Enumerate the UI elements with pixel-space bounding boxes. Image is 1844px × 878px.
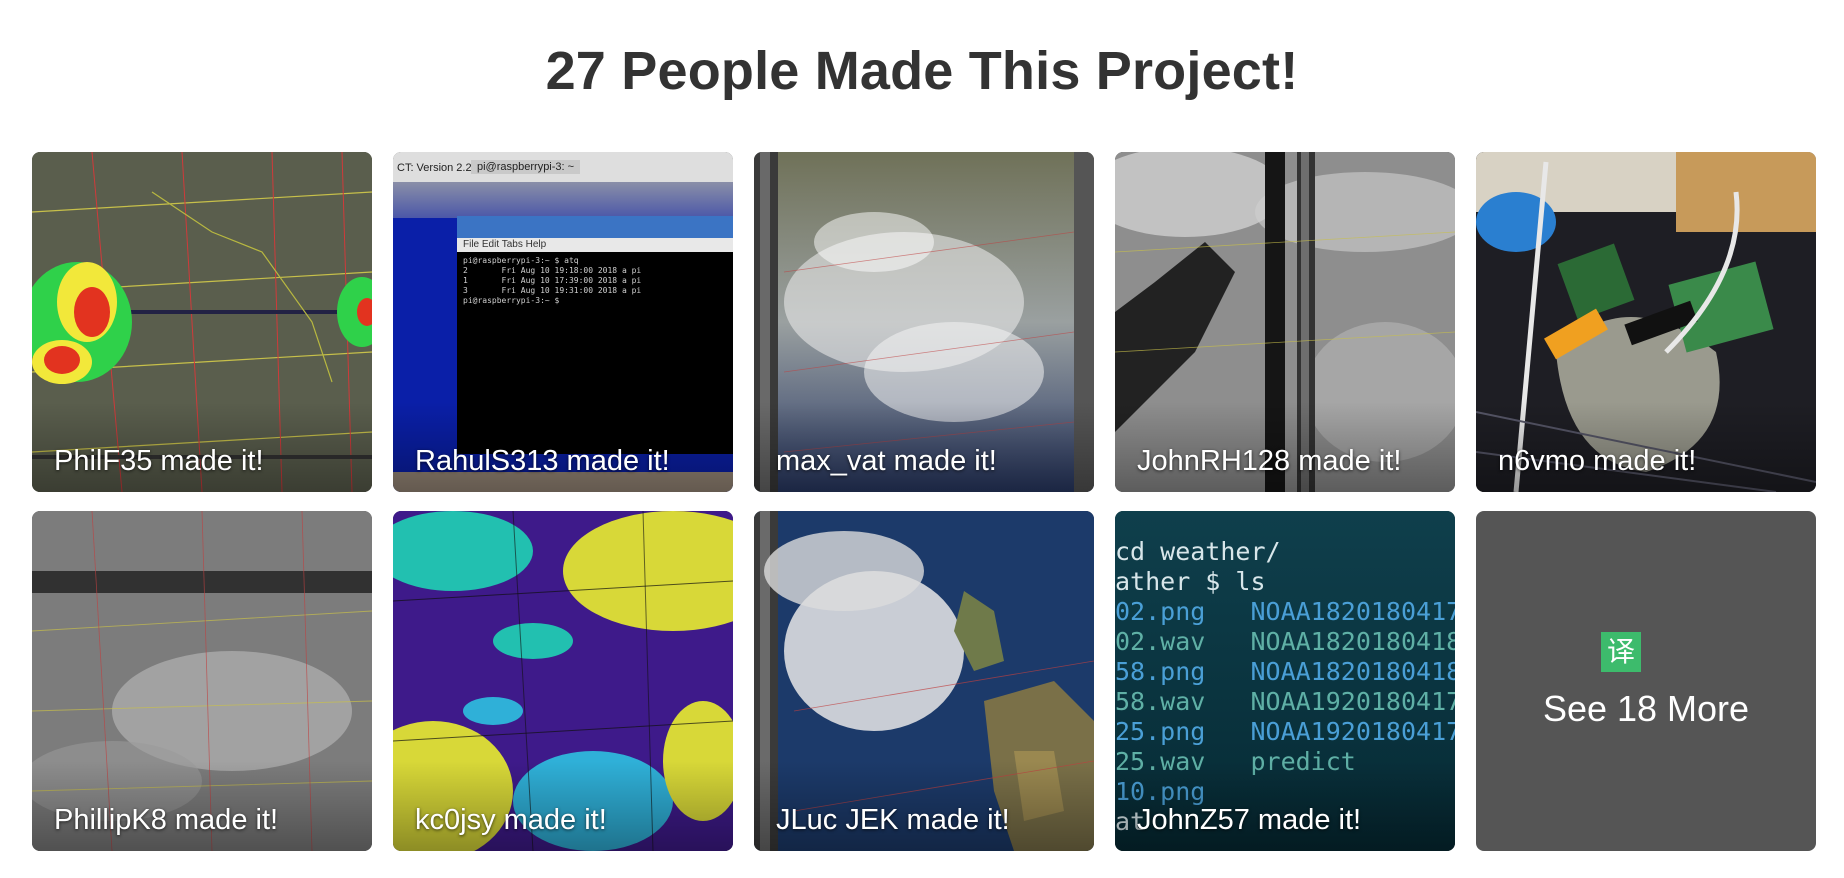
made-it-caption: JLuc JEK made it!: [776, 804, 1010, 836]
made-it-caption: n6vmo made it!: [1498, 445, 1697, 477]
translate-icon[interactable]: 译: [1601, 632, 1641, 672]
window-tab: pi@raspberrypi-3: ~: [471, 160, 581, 174]
terminal-line: cd weather/: [1115, 537, 1281, 566]
see-more-button[interactable]: 译 See 18 More: [1476, 511, 1816, 851]
made-it-tile[interactable]: JohnRH128 made it!: [1115, 152, 1455, 492]
made-it-tile[interactable]: max_vat made it!: [754, 152, 1094, 492]
made-it-caption: PhilF35 made it!: [54, 445, 264, 477]
window-title: CT: Version 2.2.3: [397, 162, 481, 174]
made-it-tile[interactable]: PhilF35 made it!: [32, 152, 372, 492]
desktop-sky: [393, 182, 733, 218]
terminal-line: 02.wav NOAA1820180418-: [1115, 627, 1455, 656]
page-title: 27 People Made This Project!: [545, 41, 1299, 101]
terminal-line: 58.png NOAA1820180418-: [1115, 657, 1455, 686]
made-it-caption: JohnRH128 made it!: [1137, 445, 1402, 477]
made-it-caption: max_vat made it!: [776, 445, 997, 477]
made-it-tile[interactable]: cd weather/ather $ ls 02.png NOAA18201804…: [1115, 511, 1455, 851]
terminal-line: 58.wav NOAA1920180417-: [1115, 687, 1455, 716]
terminal-line: ather $ ls: [1115, 567, 1266, 596]
made-it-caption: RahulS313 made it!: [415, 445, 670, 477]
see-more-label: See 18 More: [1542, 688, 1750, 729]
projects-made-section: 27 People Made This Project! PhilF35 mad…: [0, 0, 1844, 878]
terminal-line: 25.png NOAA1920180417-: [1115, 717, 1455, 746]
made-it-tile[interactable]: JLuc JEK made it!: [754, 511, 1094, 851]
made-it-caption: JohnZ57 made it!: [1137, 804, 1362, 836]
made-it-tile[interactable]: CT: Version 2.2.3 pi@raspberrypi-3: ~ Fi…: [393, 152, 733, 492]
terminal-line: 02.png NOAA1820180417-: [1115, 597, 1455, 626]
terminal-menu: File Edit Tabs Help: [457, 238, 733, 252]
made-it-caption: kc0jsy made it!: [415, 804, 607, 836]
made-it-tile[interactable]: kc0jsy made it!: [393, 511, 733, 851]
made-it-tile[interactable]: n6vmo made it!: [1476, 152, 1816, 492]
made-it-grid: PhilF35 made it! CT: Version 2.2.3 pi@ra…: [32, 152, 1816, 851]
made-it-caption: PhillipK8 made it!: [54, 804, 279, 836]
terminal-output: pi@raspberrypi-3:~ $ atq 2 Fri Aug 10 19…: [463, 256, 642, 305]
made-it-tile[interactable]: PhillipK8 made it!: [32, 511, 372, 851]
